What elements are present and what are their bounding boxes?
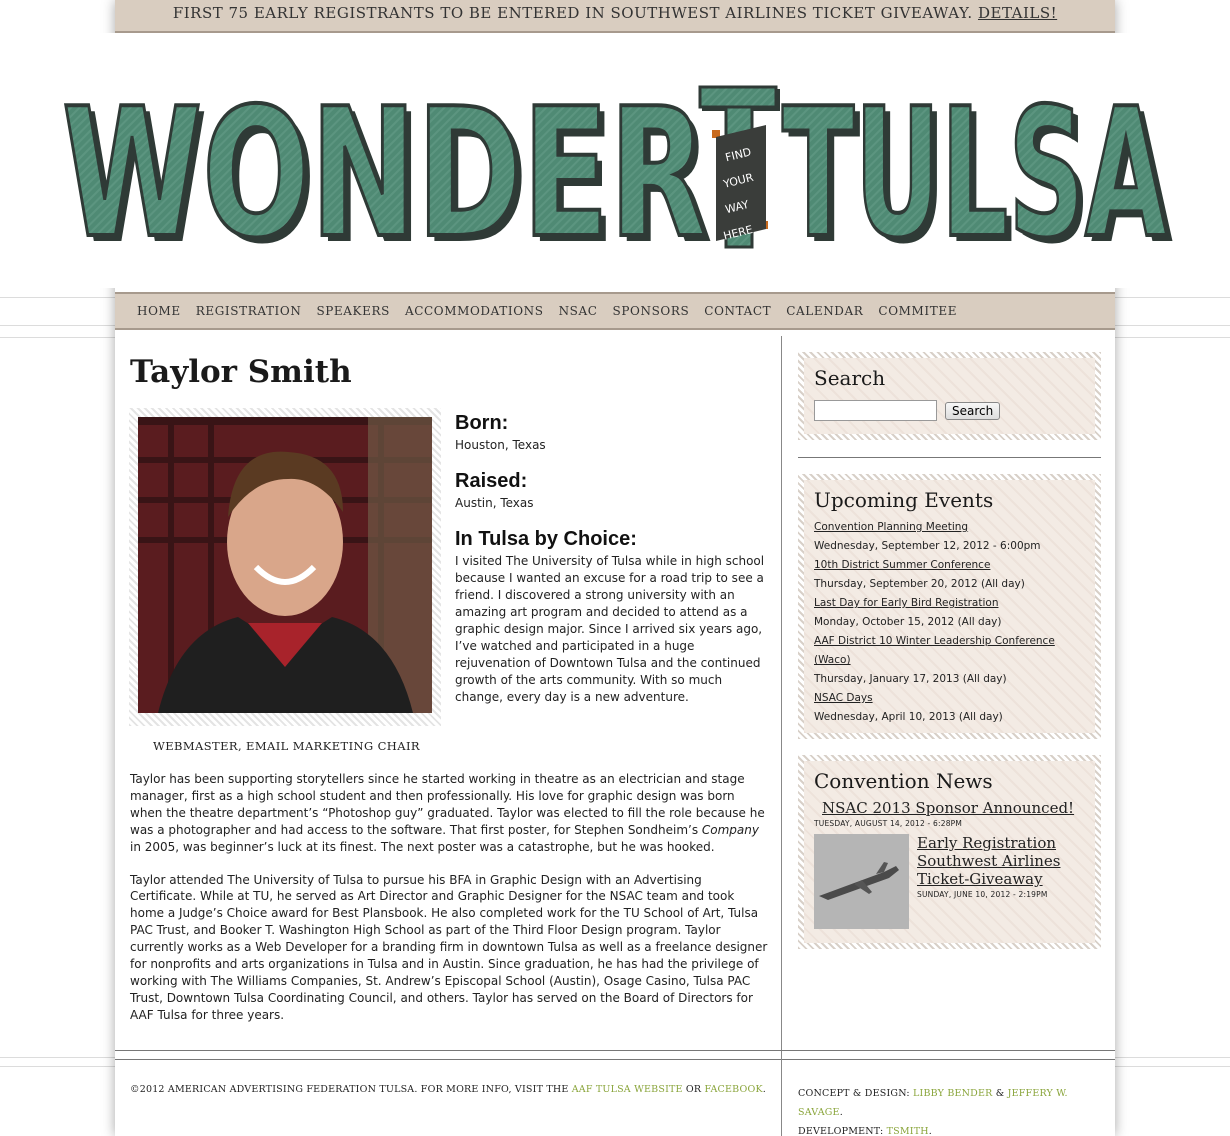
- footer-copyright: ©2012 AMERICAN ADVERTISING FEDERATION TU…: [130, 1084, 766, 1095]
- event-date: Wednesday, September 12, 2012 - 6:00pm: [814, 540, 1041, 552]
- airplane-thumbnail[interactable]: [814, 834, 909, 929]
- search-button[interactable]: Search: [945, 401, 1001, 420]
- nav-speakers[interactable]: SPEAKERS: [316, 304, 390, 318]
- designer-libby-link[interactable]: LIBBY BENDER: [913, 1088, 992, 1099]
- profile-facts: Born: Houston, Texas Raised: Austin, Tex…: [455, 412, 767, 722]
- nav-nsac[interactable]: NSAC: [559, 304, 598, 318]
- event-date: Wednesday, April 10, 2013 (All day): [814, 711, 1003, 723]
- born-label: Born:: [455, 412, 509, 434]
- profile-bio: Taylor has been supporting storytellers …: [130, 771, 770, 1040]
- event-item: Last Day for Early Bird Registration Mon…: [814, 594, 1085, 632]
- bio-paragraph-2: Taylor attended The University of Tulsa …: [130, 872, 768, 1022]
- profile-photo-frame: [129, 408, 441, 726]
- facebook-link[interactable]: FACEBOOK: [704, 1084, 762, 1095]
- event-date: Thursday, September 20, 2012 (All day): [814, 578, 1025, 590]
- raised-value: Austin, Texas: [455, 496, 534, 510]
- news-title: Convention News: [814, 769, 993, 793]
- event-link[interactable]: AAF District 10 Winter Leadership Confer…: [814, 632, 1085, 670]
- main-content: Taylor Smith WEBMASTER, EMAIL MARKETING …: [115, 336, 782, 1052]
- event-date: Thursday, January 17, 2013 (All day): [814, 673, 1007, 685]
- upcoming-events-widget: Upcoming Events Convention Planning Meet…: [798, 474, 1101, 739]
- details-link[interactable]: DETAILS!: [978, 4, 1057, 22]
- search-input[interactable]: [814, 400, 937, 421]
- nav-sponsors[interactable]: SPONSORS: [613, 304, 690, 318]
- search-widget: Search Search: [798, 352, 1101, 440]
- news-item-date: SUNDAY, JUNE 10, 2012 - 2:19PM: [917, 890, 1048, 899]
- events-title: Upcoming Events: [814, 488, 994, 512]
- nav-accommodations[interactable]: ACCOMMODATIONS: [405, 304, 544, 318]
- wondertulsa-logo[interactable]: WONDER WONDER TULSA TULSA FIND YOUR WAY …: [0, 33, 1230, 288]
- event-item: AAF District 10 Winter Leadership Confer…: [814, 632, 1085, 689]
- event-date: Monday, October 15, 2012 (All day): [814, 616, 1002, 628]
- developer-link[interactable]: TSMITH: [887, 1126, 929, 1136]
- logo-right-text-fill: TULSA: [782, 70, 1167, 277]
- main-nav: HOME REGISTRATION SPEAKERS ACCOMMODATION…: [115, 292, 1115, 330]
- profile-photo: [138, 417, 432, 713]
- site-header: WONDER WONDER TULSA TULSA FIND YOUR WAY …: [0, 33, 1230, 288]
- event-item: Convention Planning Meeting Wednesday, S…: [814, 518, 1085, 556]
- nav-contact[interactable]: CONTACT: [704, 304, 771, 318]
- profile-caption: WEBMASTER, EMAIL MARKETING CHAIR: [153, 739, 420, 753]
- born-value: Houston, Texas: [455, 438, 546, 452]
- news-item-link[interactable]: NSAC 2013 Sponsor Announced!: [822, 799, 1085, 817]
- logo-left-text-fill: WONDER: [62, 70, 707, 277]
- footer-credits: CONCEPT & DESIGN: LIBBY BENDER & JEFFERY…: [798, 1088, 1068, 1136]
- news-item-date: TUESDAY, AUGUST 14, 2012 - 6:28PM: [814, 819, 963, 828]
- page-title: Taylor Smith: [130, 354, 352, 390]
- announcement-bar: FIRST 75 EARLY REGISTRANTS TO BE ENTERED…: [115, 0, 1115, 33]
- footer-divider: [781, 1052, 782, 1136]
- footer-border-top: [115, 1050, 1115, 1051]
- page-container: FIRST 75 EARLY REGISTRANTS TO BE ENTERED…: [0, 0, 1230, 1136]
- nav-home[interactable]: HOME: [137, 304, 181, 318]
- aaf-tulsa-website-link[interactable]: AAF TULSA WEBSITE: [572, 1084, 683, 1095]
- announcement-text: FIRST 75 EARLY REGISTRANTS TO BE ENTERED…: [172, 4, 973, 22]
- nav-commitee[interactable]: COMMITEE: [878, 304, 957, 318]
- convention-news-widget: Convention News NSAC 2013 Sponsor Announ…: [798, 755, 1101, 949]
- event-link[interactable]: 10th District Summer Conference: [814, 556, 1085, 575]
- footer-border-bottom: [115, 1059, 1115, 1060]
- sidebar-divider: [798, 457, 1101, 458]
- event-link[interactable]: Last Day for Early Bird Registration: [814, 594, 1085, 613]
- bio-paragraph-1: Taylor has been supporting storytellers …: [130, 772, 765, 854]
- news-item: Early Registration Southwest Airlines Ti…: [814, 834, 1085, 929]
- event-link[interactable]: NSAC Days: [814, 689, 1085, 708]
- search-title: Search: [814, 366, 886, 390]
- event-item: NSAC Days Wednesday, April 10, 2013 (All…: [814, 689, 1085, 727]
- tulsa-by-choice-label: In Tulsa by Choice:: [455, 528, 637, 550]
- nav-calendar[interactable]: CALENDAR: [786, 304, 863, 318]
- news-item-link[interactable]: Early Registration Southwest Airlines Ti…: [917, 834, 1085, 888]
- tulsa-by-choice-text: I visited The University of Tulsa while …: [455, 554, 765, 704]
- sidebar: Search Search Upcoming Events Convention…: [798, 352, 1101, 949]
- event-link[interactable]: Convention Planning Meeting: [814, 518, 1085, 537]
- raised-label: Raised:: [455, 470, 528, 492]
- nav-registration[interactable]: REGISTRATION: [196, 304, 302, 318]
- event-item: 10th District Summer Conference Thursday…: [814, 556, 1085, 594]
